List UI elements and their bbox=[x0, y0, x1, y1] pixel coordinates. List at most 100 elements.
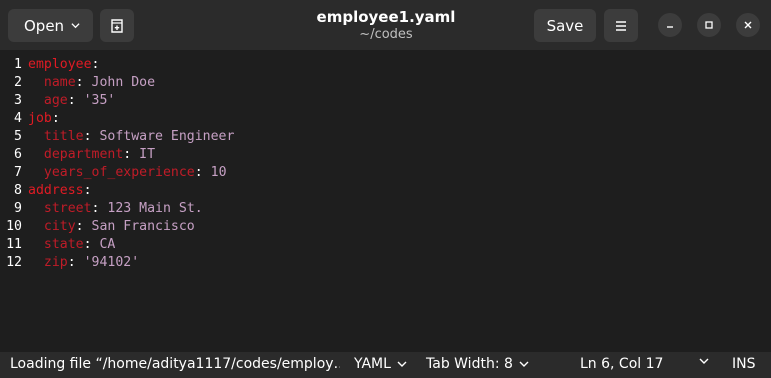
line-number: 5 bbox=[14, 129, 22, 144]
line-number: 12 bbox=[6, 255, 22, 270]
yaml-punctuation: : bbox=[123, 147, 140, 162]
yaml-key: department bbox=[28, 147, 124, 162]
status-bar: Loading file “/home/aditya1117/codes/emp… bbox=[0, 352, 771, 378]
minimize-icon bbox=[667, 26, 673, 28]
cursor-position-label: Ln 6, Col 17 bbox=[580, 356, 664, 372]
code-line[interactable]: 11 state: CA bbox=[0, 236, 771, 254]
yaml-punctuation: : bbox=[67, 255, 84, 270]
line-number: 11 bbox=[6, 237, 22, 252]
line-content: job: bbox=[28, 110, 60, 128]
line-content: name: John Doe bbox=[28, 74, 155, 92]
maximize-button[interactable] bbox=[697, 13, 721, 37]
code-line[interactable]: 2 name: John Doe bbox=[0, 74, 771, 92]
code-line[interactable]: 10 city: San Francisco bbox=[0, 218, 771, 236]
line-number: 3 bbox=[14, 93, 22, 108]
code-line[interactable]: 4 job: bbox=[0, 110, 771, 128]
yaml-value: 10 bbox=[210, 165, 227, 180]
line-number: 1 bbox=[14, 57, 22, 72]
line-number: 7 bbox=[14, 165, 22, 180]
chevron-down-icon bbox=[397, 361, 407, 367]
line-number: 4 bbox=[14, 111, 22, 126]
yaml-value: IT bbox=[139, 147, 156, 162]
cursor-position-dropdown[interactable] bbox=[693, 356, 709, 366]
code-line[interactable]: 7 years_of_experience: 10 bbox=[0, 164, 771, 182]
chevron-down-icon bbox=[71, 23, 80, 29]
new-tab-icon bbox=[111, 18, 123, 33]
line-content: age: '35' bbox=[28, 92, 115, 110]
language-selector[interactable]: YAML bbox=[354, 356, 407, 372]
line-content: address: bbox=[28, 182, 92, 200]
minimize-button[interactable] bbox=[658, 13, 682, 37]
yaml-punctuation: : bbox=[91, 57, 100, 72]
yaml-key: age bbox=[28, 93, 68, 108]
yaml-key: employee bbox=[28, 57, 92, 72]
new-tab-button[interactable] bbox=[100, 9, 134, 42]
yaml-value: Software Engineer bbox=[99, 129, 235, 144]
open-button-label: Open bbox=[24, 16, 65, 35]
yaml-value: 123 Main St. bbox=[107, 201, 203, 216]
line-number: 9 bbox=[14, 201, 22, 216]
save-button-label: Save bbox=[546, 16, 584, 35]
cursor-position-selector[interactable]: Ln 6, Col 17 bbox=[580, 356, 663, 372]
header-bar: Open employee1.yaml ~/codes Save bbox=[0, 0, 771, 50]
line-content: state: CA bbox=[28, 236, 115, 254]
yaml-value: San Francisco bbox=[91, 219, 195, 234]
yaml-punctuation: : bbox=[194, 165, 211, 180]
tab-width-label: Tab Width: 8 bbox=[426, 356, 513, 372]
window-title: employee1.yaml bbox=[316, 8, 456, 26]
line-number: 8 bbox=[14, 183, 22, 198]
chevron-down-icon bbox=[519, 361, 529, 367]
code-line[interactable]: 12 zip: '94102' bbox=[0, 254, 771, 272]
open-button[interactable]: Open bbox=[8, 9, 93, 42]
yaml-punctuation: : bbox=[91, 201, 108, 216]
insert-mode-indicator[interactable]: INS bbox=[732, 356, 756, 372]
line-content: title: Software Engineer bbox=[28, 128, 235, 146]
yaml-key: name bbox=[28, 75, 76, 90]
yaml-key: years_of_experience bbox=[28, 165, 195, 180]
line-number: 10 bbox=[6, 219, 22, 234]
window-subtitle: ~/codes bbox=[359, 27, 413, 42]
line-content: years_of_experience: 10 bbox=[28, 164, 227, 182]
yaml-value: John Doe bbox=[91, 75, 156, 90]
maximize-icon bbox=[705, 21, 713, 29]
yaml-key: zip bbox=[28, 255, 68, 270]
yaml-punctuation: : bbox=[75, 219, 92, 234]
yaml-punctuation: : bbox=[83, 183, 92, 198]
yaml-key: address bbox=[28, 183, 84, 198]
yaml-key: street bbox=[28, 201, 92, 216]
yaml-key: job bbox=[28, 111, 52, 126]
code-line[interactable]: 5 title: Software Engineer bbox=[0, 128, 771, 146]
yaml-key: state bbox=[28, 237, 84, 252]
close-button[interactable] bbox=[736, 13, 760, 37]
yaml-key: title bbox=[28, 129, 84, 144]
line-content: city: San Francisco bbox=[28, 218, 195, 236]
status-message: Loading file “/home/aditya1117/codes/emp… bbox=[10, 356, 340, 372]
code-line[interactable]: 6 department: IT bbox=[0, 146, 771, 164]
yaml-punctuation: : bbox=[67, 93, 84, 108]
main-menu-button[interactable] bbox=[604, 9, 638, 42]
line-content: street: 123 Main St. bbox=[28, 200, 203, 218]
code-line[interactable]: 1 employee: bbox=[0, 56, 771, 74]
yaml-punctuation: : bbox=[83, 129, 100, 144]
close-icon bbox=[744, 21, 752, 29]
line-content: employee: bbox=[28, 56, 99, 74]
yaml-value: '35' bbox=[83, 93, 116, 108]
tab-width-selector[interactable]: Tab Width: 8 bbox=[426, 356, 529, 372]
insert-mode-label: INS bbox=[732, 356, 756, 372]
code-line[interactable]: 9 street: 123 Main St. bbox=[0, 200, 771, 218]
line-number: 6 bbox=[14, 147, 22, 162]
yaml-value: CA bbox=[99, 237, 116, 252]
code-line[interactable]: 8 address: bbox=[0, 182, 771, 200]
code-line[interactable]: 3 age: '35' bbox=[0, 92, 771, 110]
line-content: department: IT bbox=[28, 146, 155, 164]
yaml-punctuation: : bbox=[51, 111, 60, 126]
yaml-value: '94102' bbox=[83, 255, 140, 270]
hamburger-menu-icon bbox=[616, 20, 626, 31]
yaml-punctuation: : bbox=[75, 75, 92, 90]
save-button[interactable]: Save bbox=[534, 9, 596, 42]
yaml-punctuation: : bbox=[83, 237, 100, 252]
yaml-key: city bbox=[28, 219, 76, 234]
window-title-block: employee1.yaml ~/codes bbox=[280, 8, 492, 43]
line-number: 2 bbox=[14, 75, 22, 90]
text-editor-area[interactable]: 1 employee: 2 name: John Doe 3 age: '35' 4 jo… bbox=[0, 50, 771, 352]
